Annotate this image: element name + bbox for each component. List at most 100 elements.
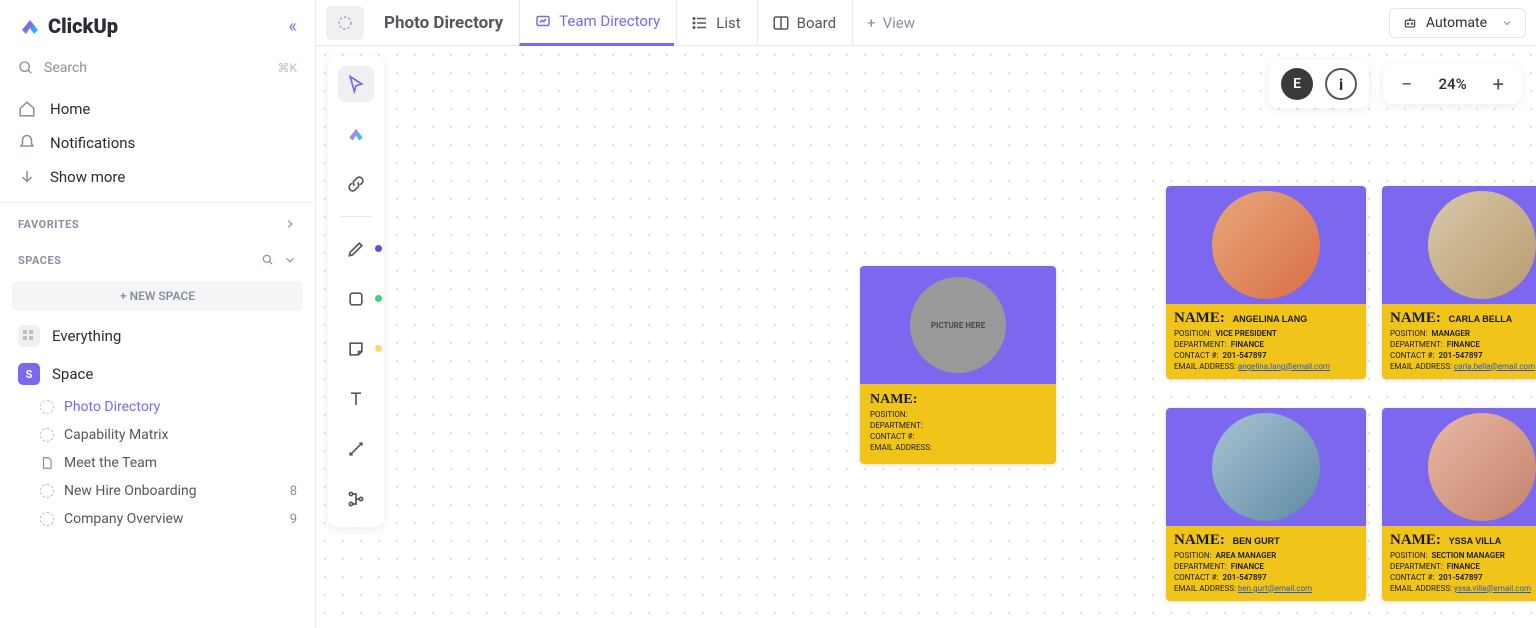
list-icon-button[interactable] (326, 6, 364, 40)
search-shortcut: ⌘K (277, 61, 297, 75)
tab-label: Team Directory (559, 12, 660, 30)
chevron-down-icon[interactable] (283, 253, 297, 267)
tab-list[interactable]: List (676, 0, 754, 46)
brand-name: ClickUp (48, 14, 118, 38)
tab-board[interactable]: Board (757, 0, 850, 46)
favorites-label: FAVORITES (18, 218, 79, 231)
nav-home[interactable]: Home (0, 92, 315, 126)
collapse-sidebar-icon[interactable]: « (289, 16, 297, 37)
person-email: EMAIL ADDRESS: carla.bella@email.com (1390, 362, 1536, 371)
tool-select[interactable] (338, 66, 374, 102)
person-card[interactable]: NAME: CARLA BELLAPOSITION: MANAGERDEPART… (1382, 186, 1536, 379)
space-everything[interactable]: Everything (0, 317, 315, 355)
chevron-right-icon (283, 217, 297, 231)
search-placeholder: Search (44, 60, 277, 76)
sidebar-child-item[interactable]: Meet the Team (0, 449, 315, 477)
board-icon (772, 14, 790, 32)
dashed-circle-icon (336, 14, 354, 32)
zoom-out-button[interactable]: − (1395, 72, 1418, 96)
automate-label: Automate (1426, 15, 1487, 31)
title-text: Photo Directory (384, 13, 503, 33)
tool-pen[interactable] (338, 231, 374, 267)
clickup-small-icon (346, 124, 366, 144)
nav-label: Notifications (50, 134, 135, 152)
tool-sticky[interactable] (338, 331, 374, 367)
nav-show-more[interactable]: Show more (0, 160, 315, 194)
whiteboard-icon (534, 12, 552, 30)
template-field: DEPARTMENT: (870, 421, 1046, 430)
everything-icon (18, 325, 40, 347)
sidebar-child-item[interactable]: New Hire Onboarding8 (0, 477, 315, 505)
color-indicator (375, 345, 382, 352)
status-dot-icon (40, 484, 54, 498)
presence-pill: E i (1269, 60, 1369, 108)
favorites-header[interactable]: FAVORITES (0, 203, 315, 239)
clickup-logo-icon (18, 14, 42, 38)
new-space-button[interactable]: + NEW SPACE (12, 281, 303, 311)
tool-link[interactable] (338, 166, 374, 202)
spaces-label: SPACES (18, 254, 61, 267)
template-field: POSITION: (870, 410, 1046, 419)
add-view-button[interactable]: + View (852, 0, 929, 46)
person-position: POSITION: MANAGER (1390, 329, 1536, 338)
logo[interactable]: ClickUp (18, 14, 118, 38)
nav-label: Show more (50, 168, 125, 186)
person-department: DEPARTMENT: FINANCE (1390, 340, 1536, 349)
child-label: Meet the Team (64, 455, 157, 471)
child-count: 8 (290, 484, 297, 499)
list-icon (691, 14, 709, 32)
connector-icon (346, 439, 366, 459)
child-label: Company Overview (64, 511, 183, 527)
tool-more[interactable] (338, 481, 374, 517)
sidebar-child-item[interactable]: Company Overview9 (0, 505, 315, 533)
pen-icon (346, 239, 366, 259)
person-contact: CONTACT #: 201-547897 (1390, 351, 1536, 360)
plus-icon: + (867, 14, 876, 32)
tab-team-directory[interactable]: Team Directory (519, 0, 674, 46)
sidebar-child-item[interactable]: Photo Directory (0, 393, 315, 421)
person-department: DEPARTMENT: FINANCE (1390, 562, 1536, 571)
info-button[interactable]: i (1325, 68, 1357, 100)
status-dot-icon (40, 400, 54, 414)
hierarchy-icon (346, 489, 366, 509)
tool-clickup[interactable] (338, 116, 374, 152)
person-photo (1428, 413, 1536, 521)
tool-text[interactable] (338, 381, 374, 417)
tool-shape[interactable] (338, 281, 374, 317)
sidebar-child-item[interactable]: Capability Matrix (0, 421, 315, 449)
link-icon (346, 174, 366, 194)
person-name: NAME: BEN GURT (1174, 532, 1358, 549)
person-card[interactable]: NAME: ANGELINA LANGPOSITION: VICE PRESID… (1166, 186, 1366, 379)
zoom-in-button[interactable]: + (1487, 72, 1510, 96)
template-card[interactable]: PICTURE HERE NAME: POSITION: DEPARTMENT:… (860, 266, 1056, 464)
spaces-header[interactable]: SPACES (0, 239, 315, 275)
space-space[interactable]: S Space (0, 355, 315, 393)
color-indicator (375, 245, 382, 252)
nav-notifications[interactable]: Notifications (0, 126, 315, 160)
person-photo (1212, 413, 1320, 521)
person-department: DEPARTMENT: FINANCE (1174, 340, 1358, 349)
person-email: EMAIL ADDRESS: ben.gurt@email.com (1174, 584, 1358, 593)
child-label: Capability Matrix (64, 427, 168, 443)
person-name: NAME: YSSA VILLA (1390, 532, 1536, 549)
person-photo (1212, 191, 1320, 299)
user-avatar[interactable]: E (1281, 68, 1313, 100)
whiteboard-canvas[interactable]: E i − 24% + PICTURE HERE NAME: (316, 46, 1536, 628)
person-position: POSITION: VICE PRESIDENT (1174, 329, 1358, 338)
cursor-icon (346, 74, 366, 94)
zoom-value: 24% (1431, 75, 1475, 93)
bell-icon (18, 134, 36, 152)
person-card[interactable]: NAME: YSSA VILLAPOSITION: SECTION MANAGE… (1382, 408, 1536, 601)
search-input[interactable]: Search ⌘K (0, 52, 315, 84)
tool-connector[interactable] (338, 431, 374, 467)
template-name-label: NAME: (870, 392, 1046, 408)
person-photo (1428, 191, 1536, 299)
toolbox (328, 56, 384, 527)
sticky-icon (346, 339, 366, 359)
chevron-down-icon (1501, 17, 1513, 29)
search-small-icon[interactable] (261, 253, 275, 267)
template-field: CONTACT #: (870, 432, 1046, 441)
automate-button[interactable]: Automate (1389, 8, 1526, 38)
space-label: Everything (52, 327, 121, 345)
person-card[interactable]: NAME: BEN GURTPOSITION: AREA MANAGERDEPA… (1166, 408, 1366, 601)
